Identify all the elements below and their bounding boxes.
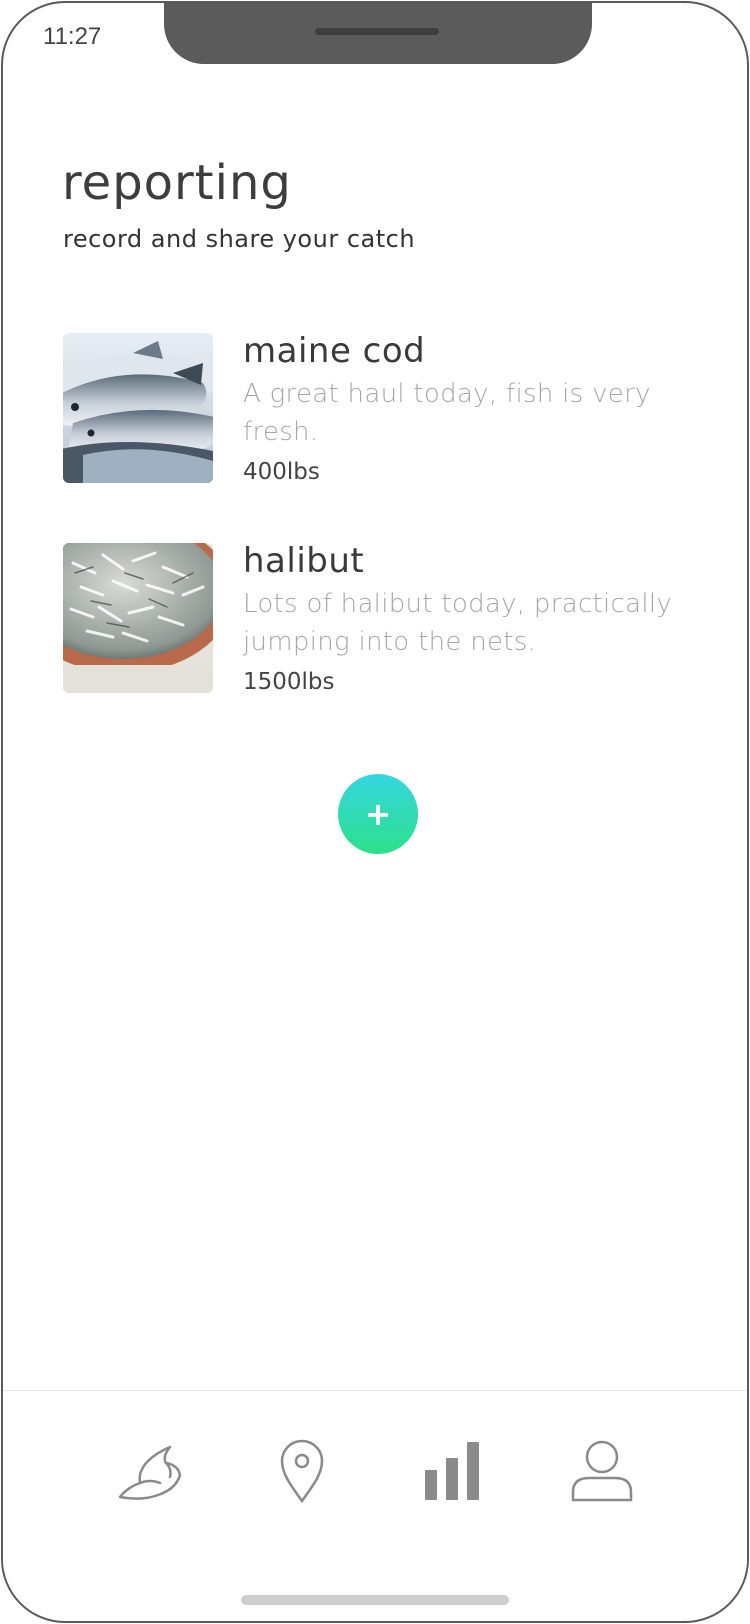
catch-description: Lots of halibut today, practically jumpi… bbox=[243, 589, 673, 657]
tab-reports[interactable] bbox=[412, 1431, 492, 1511]
catch-description: A great haul today, fish is very fresh. bbox=[243, 379, 651, 447]
fish-photo-cod bbox=[63, 333, 213, 483]
tab-profile[interactable] bbox=[562, 1431, 642, 1511]
phone-frame: 11:27 reporting record and share your ca… bbox=[1, 1, 749, 1623]
catch-name: halibut bbox=[243, 541, 365, 581]
add-catch-button[interactable]: + bbox=[338, 774, 418, 854]
plus-icon: + bbox=[364, 795, 392, 833]
page-subtitle: record and share your catch bbox=[63, 225, 416, 253]
fish-icon bbox=[118, 1445, 182, 1500]
home-indicator bbox=[241, 1595, 509, 1605]
catch-item[interactable]: maine cod A great haul today, fish is ve… bbox=[63, 331, 703, 491]
page-title: reporting bbox=[62, 155, 292, 211]
speaker-grille bbox=[315, 28, 439, 35]
catch-weight: 400lbs bbox=[243, 459, 320, 485]
tab-catch[interactable] bbox=[109, 1431, 189, 1511]
catch-weight: 1500lbs bbox=[243, 669, 335, 695]
user-icon bbox=[571, 1440, 633, 1502]
bar-chart-icon bbox=[425, 1442, 479, 1500]
tab-map[interactable] bbox=[262, 1431, 342, 1511]
catch-name: maine cod bbox=[243, 331, 426, 371]
catch-item[interactable]: halibut Lots of halibut today, practical… bbox=[63, 541, 703, 701]
map-pin-icon bbox=[280, 1439, 324, 1503]
status-time: 11:27 bbox=[43, 23, 102, 50]
tab-bar bbox=[3, 1390, 747, 1570]
fish-photo-halibut bbox=[63, 543, 213, 693]
device-notch bbox=[164, 3, 592, 64]
